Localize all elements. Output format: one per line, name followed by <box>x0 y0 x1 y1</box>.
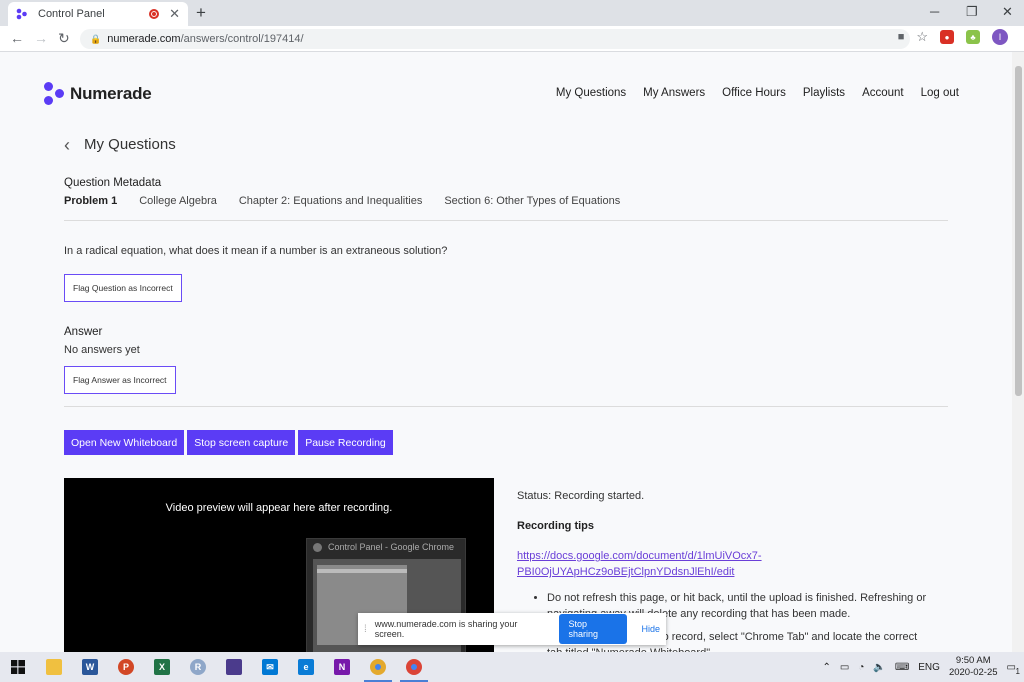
divider <box>64 220 948 221</box>
word-icon[interactable]: W <box>72 652 108 682</box>
numerade-logo[interactable]: Numerade <box>44 82 152 106</box>
reload-icon[interactable]: ↻ <box>58 30 70 47</box>
page-scrollbar[interactable] <box>1012 52 1024 652</box>
notification-count: 1 <box>1015 666 1020 676</box>
url-host: numerade.com <box>107 33 181 45</box>
browser-tab[interactable]: Control Panel ✕ <box>8 2 188 26</box>
excel-icon[interactable]: X <box>144 652 180 682</box>
recording-controls: Open New Whiteboard Stop screen capture … <box>64 430 393 455</box>
clock-date: 2020-02-25 <box>948 667 998 678</box>
restore-icon[interactable]: ❐ <box>966 4 978 20</box>
toolbar-icons: ■ ☆ ● ♣ I <box>898 29 1008 45</box>
keyboard-icon[interactable]: ⌨ <box>895 662 909 673</box>
metadata-label: Question Metadata <box>64 177 162 189</box>
share-message: www.numerade.com is sharing your screen. <box>374 619 518 639</box>
answer-text: No answers yet <box>64 344 140 356</box>
network-icon[interactable]: ◔ <box>858 662 864 673</box>
captured-window-title: Control Panel - Google Chrome <box>328 542 455 552</box>
pause-recording-button[interactable]: Pause Recording <box>298 430 393 455</box>
browser-toolbar: ← → ↻ 🔒 numerade.com /answers/control/19… <box>0 26 1024 52</box>
stop-screen-capture-button[interactable]: Stop screen capture <box>187 430 296 455</box>
browser-tab-strip: Control Panel ✕ + ─ ❐ ✕ <box>0 0 1024 26</box>
drag-handle-icon[interactable]: ⁞ <box>364 624 367 635</box>
extension-icon[interactable]: ♣ <box>966 30 980 44</box>
profile-avatar[interactable]: I <box>992 29 1008 45</box>
camera-icon[interactable]: ■ <box>898 31 905 43</box>
chrome-taskbar-icon[interactable] <box>396 652 432 682</box>
url-path: /answers/control/197414/ <box>180 33 304 45</box>
battery-icon[interactable]: ▭ <box>840 662 849 673</box>
question-text: In a radical equation, what does it mean… <box>64 245 448 257</box>
nav-my-questions[interactable]: My Questions <box>556 87 626 99</box>
screen-share-notification: ⁞ www.numerade.com is sharing your scree… <box>358 613 666 645</box>
page-title: My Questions <box>84 136 176 153</box>
flag-question-button[interactable]: Flag Question as Incorrect <box>64 274 182 302</box>
input-language[interactable]: ENG <box>918 662 940 673</box>
app-icon[interactable] <box>216 652 252 682</box>
close-window-icon[interactable]: ✕ <box>1002 4 1013 20</box>
windows-logo-icon <box>11 660 25 674</box>
metadata-book: College Algebra <box>139 195 217 207</box>
clock[interactable]: 9:50 AM 2020-02-25 <box>949 655 998 679</box>
answer-heading: Answer <box>64 326 103 338</box>
brand-name: Numerade <box>70 84 152 103</box>
flag-answer-button[interactable]: Flag Answer as Incorrect <box>64 366 176 394</box>
r-icon[interactable]: R <box>180 652 216 682</box>
nav-office-hours[interactable]: Office Hours <box>722 87 786 99</box>
recording-status: Status: Recording started. <box>517 490 645 502</box>
back-icon[interactable]: ← <box>10 30 24 46</box>
new-tab-icon[interactable]: + <box>196 3 206 23</box>
onenote-icon[interactable]: N <box>324 652 360 682</box>
mail-icon[interactable]: ✉ <box>252 652 288 682</box>
top-navigation: My Questions My Answers Office Hours Pla… <box>556 87 959 99</box>
forward-icon[interactable]: → <box>34 30 48 46</box>
metadata-row: Problem 1 College Algebra Chapter 2: Equ… <box>64 195 620 207</box>
windows-taskbar: W P X R ✉ e N ⌃ ▭ ◔ 🔈 ⌨ ENG 9:50 AM 2020… <box>0 652 1024 682</box>
file-explorer-icon[interactable] <box>36 652 72 682</box>
edge-icon[interactable]: e <box>288 652 324 682</box>
nav-my-answers[interactable]: My Answers <box>643 87 705 99</box>
system-tray: ⌃ ▭ ◔ 🔈 ⌨ ENG 9:50 AM 2020-02-25 ▭ 1 <box>822 652 1024 682</box>
open-whiteboard-button[interactable]: Open New Whiteboard <box>64 430 185 455</box>
back-chevron-icon[interactable]: ‹ <box>64 135 70 156</box>
notification-center-icon[interactable]: ▭ 1 <box>1007 662 1020 676</box>
tips-heading: Recording tips <box>517 520 595 532</box>
powerpoint-icon[interactable]: P <box>108 652 144 682</box>
nav-account[interactable]: Account <box>862 87 904 99</box>
adblock-extension-icon[interactable]: ● <box>940 30 954 44</box>
metadata-problem: Problem 1 <box>64 195 118 207</box>
numerade-logo-icon <box>44 82 66 106</box>
tab-title: Control Panel <box>38 8 105 20</box>
web-page: Numerade My Questions My Answers Office … <box>0 52 1012 652</box>
volume-icon[interactable]: 🔈 <box>873 662 885 673</box>
clock-time: 9:50 AM <box>955 655 991 666</box>
start-button[interactable] <box>0 652 36 682</box>
address-bar[interactable]: 🔒 numerade.com /answers/control/197414/ <box>80 29 910 49</box>
recording-indicator-icon <box>149 9 160 19</box>
tips-link[interactable]: https://docs.google.com/document/d/1lmUi… <box>517 548 817 580</box>
chevron-up-icon[interactable]: ⌃ <box>822 662 830 673</box>
numerade-favicon-icon <box>16 8 28 20</box>
minimize-icon[interactable]: ─ <box>930 4 939 19</box>
metadata-section: Section 6: Other Types of Equations <box>444 195 621 207</box>
chrome-icon <box>313 542 322 552</box>
lock-icon: 🔒 <box>90 33 102 44</box>
close-tab-icon[interactable]: ✕ <box>169 6 180 22</box>
video-preview-message: Video preview will appear here after rec… <box>165 502 393 514</box>
divider <box>64 406 948 407</box>
bookmark-star-icon[interactable]: ☆ <box>916 29 928 45</box>
chrome-taskbar-icon[interactable] <box>360 652 396 682</box>
nav-playlists[interactable]: Playlists <box>803 87 845 99</box>
hide-button[interactable]: Hide <box>641 624 660 634</box>
nav-log-out[interactable]: Log out <box>921 87 959 99</box>
metadata-chapter: Chapter 2: Equations and Inequalities <box>238 195 423 207</box>
stop-sharing-button[interactable]: Stop sharing <box>559 614 628 644</box>
